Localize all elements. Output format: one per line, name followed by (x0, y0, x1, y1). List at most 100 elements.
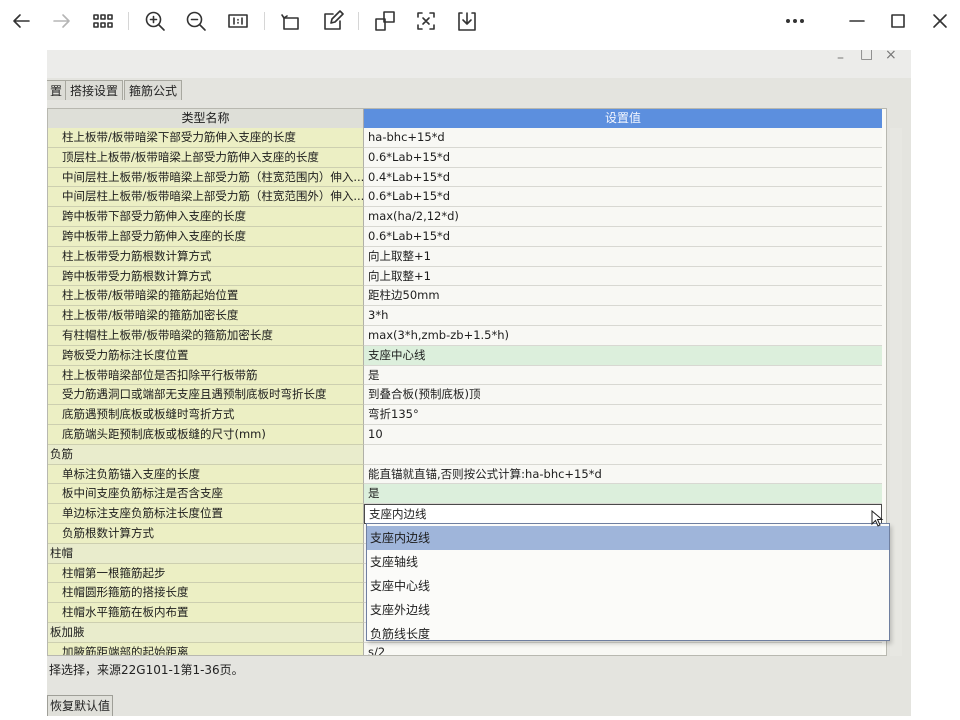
status-bar-text: 择选择，来源22G101-1第1-36页。 (49, 663, 244, 677)
type-name-cell: 板加腋 (48, 622, 364, 643)
type-name-cell: 柱上板带/板带暗梁的箍筋起始位置 (48, 286, 364, 307)
type-name-cell: 底筋遇预制底板或板缝时弯折方式 (48, 405, 364, 425)
column-header-type-name: 类型名称 (48, 109, 364, 128)
setting-value-cell[interactable]: 能直锚就直锚,否则按公式计算:ha-bhc+15*d (364, 464, 882, 485)
close-icon[interactable] (927, 8, 953, 34)
table-row[interactable]: 柱上板带/板带暗梁下部受力筋伸入支座的长度 ha-bhc+15*d (48, 128, 886, 148)
setting-value-cell[interactable]: 10 (364, 424, 882, 445)
tab-stirrup-formula[interactable]: 箍筋公式 (124, 80, 183, 100)
type-name-cell: 底筋端头距预制底板或板缝的尺寸(mm) (48, 424, 364, 445)
setting-value-cell[interactable]: 3*h (364, 306, 882, 326)
toolbar-divider (264, 12, 265, 30)
table-row[interactable]: 底筋端头距预制底板或板缝的尺寸(mm) 10 (48, 424, 886, 445)
table-row[interactable]: 跨中板带上部受力筋伸入支座的长度 0.6*Lab+15*d (48, 226, 886, 247)
type-name-cell: 柱帽第一根箍筋起步 (48, 563, 364, 584)
window-minimize-glyph: – (837, 50, 844, 66)
setting-value-cell[interactable]: 0.6*Lab+15*d (364, 147, 882, 168)
zoom-in-icon[interactable] (142, 8, 168, 34)
setting-value-cell[interactable]: 向上取整+1 (364, 266, 882, 287)
more-options-icon[interactable] (782, 8, 808, 34)
setting-value-cell[interactable]: 0.4*Lab+15*d (364, 167, 882, 188)
table-row[interactable]: 柱上板带暗梁部位是否扣除平行板带筋是 (48, 365, 886, 386)
setting-value-cell[interactable]: 是 (364, 365, 882, 386)
active-value-cell[interactable]: 支座内边线 (364, 504, 882, 524)
table-row[interactable]: 柱上板带受力筋根数计算方式 向上取整+1 (48, 246, 886, 267)
type-name-cell: 柱上板带/板带暗梁的箍筋加密长度 (48, 306, 364, 326)
setting-value-cell[interactable]: 弯折135° (364, 405, 882, 425)
table-row[interactable]: 底筋遇预制底板或板缝时弯折方式 弯折135° (48, 405, 886, 425)
type-name-cell: 柱上板带受力筋根数计算方式 (48, 246, 364, 267)
table-row[interactable]: 有柱帽柱上板带/板带暗梁的箍筋加密长度 max(3*h,zmb-zb+1.5*h) (48, 325, 886, 346)
type-name-cell: 负筋根数计算方式 (48, 523, 364, 544)
table-row[interactable]: 跨板受力筋标注长度位置 支座中心线 (48, 345, 886, 366)
forward-arrow-icon[interactable] (49, 8, 75, 34)
minimize-icon[interactable] (844, 8, 870, 34)
setting-value-cell[interactable]: max(ha/2,12*d) (364, 207, 882, 227)
setting-value-cell[interactable]: max(3*h,zmb-zb+1.5*h) (364, 325, 882, 346)
setting-value-cell[interactable]: 0.6*Lab+15*d (364, 187, 882, 208)
dropdown-option[interactable]: 支座内边线 (367, 526, 889, 550)
grid-section-row[interactable]: 负筋 (48, 444, 886, 465)
type-name-cell: 柱上板带/板带暗梁下部受力筋伸入支座的长度 (48, 128, 364, 148)
setting-value-cell[interactable]: 是 (364, 484, 882, 505)
value-dropdown-list: 支座内边线 支座轴线 支座中心线 支座外边线 负筋线长度 (366, 523, 890, 641)
photo-of-screen: – □ × 置 搭接设置 箍筋公式 类型名称 设置值 柱上板带/板带暗梁下部受力… (47, 50, 911, 716)
extract-text-icon[interactable] (413, 8, 439, 34)
table-row[interactable]: 跨中板带受力筋根数计算方式 向上取整+1 (48, 266, 886, 287)
table-row[interactable]: 跨中板带下部受力筋伸入支座的长度 max(ha/2,12*d) (48, 207, 886, 227)
type-name-cell: 柱帽圆形箍筋的搭接长度 (48, 583, 364, 604)
type-name-cell: 受力筋遇洞口或端部无支座且遇预制底板时弯折长度 (48, 385, 364, 406)
zoom-out-icon[interactable] (183, 8, 209, 34)
table-row[interactable]: 顶层柱上板带/板带暗梁上部受力筋伸入支座的长度 0.6*Lab+15*d (48, 147, 886, 168)
tab-partial[interactable]: 置 (47, 80, 68, 100)
type-name-cell: 柱上板带暗梁部位是否扣除平行板带筋 (48, 365, 364, 386)
table-row[interactable]: 单边标注支座负筋标注长度位置 支座内边线 (48, 504, 886, 524)
setting-value-cell[interactable]: 0.6*Lab+15*d (364, 226, 882, 247)
back-arrow-icon[interactable] (8, 8, 34, 34)
type-name-cell: 顶层柱上板带/板带暗梁上部受力筋伸入支座的长度 (48, 147, 364, 168)
table-row[interactable]: 柱上板带/板带暗梁的箍筋起始位置 距柱边50mm (48, 286, 886, 307)
thumbnails-grid-icon[interactable] (90, 8, 116, 34)
setting-value-cell[interactable] (364, 444, 882, 465)
table-row[interactable]: 中间层柱上板带/板带暗梁上部受力筋（柱宽范围外）伸入... 0.6*Lab+15*… (48, 187, 886, 208)
type-name-cell: 板中间支座负筋标注是否含支座 (48, 484, 364, 505)
type-name-cell: 中间层柱上板带/板带暗梁上部受力筋（柱宽范围内）伸入... (48, 167, 364, 188)
type-name-cell: 加腋筋距端部的起始距离 (48, 642, 364, 655)
toolbar-divider (128, 12, 129, 30)
tab-lap-settings[interactable]: 搭接设置 (65, 80, 124, 100)
setting-value-cell[interactable]: 支座中心线 (364, 345, 882, 366)
dropdown-option[interactable]: 支座轴线 (367, 550, 889, 574)
type-name-cell: 跨中板带受力筋根数计算方式 (48, 266, 364, 287)
type-name-cell: 中间层柱上板带/板带暗梁上部受力筋（柱宽范围外）伸入... (48, 187, 364, 208)
setting-value-cell[interactable]: ha-bhc+15*d (364, 128, 882, 148)
rotate-icon[interactable] (278, 8, 304, 34)
grid-scrollbar[interactable] (890, 128, 902, 656)
window-titlebar: – □ × (47, 50, 911, 78)
maximize-icon[interactable] (885, 8, 911, 34)
edit-icon[interactable] (320, 8, 346, 34)
column-header-setting-value: 设置值 (364, 109, 882, 128)
save-icon[interactable] (454, 8, 480, 34)
actual-size-icon[interactable] (225, 8, 251, 34)
setting-value-cell[interactable]: 向上取整+1 (364, 246, 882, 267)
type-name-cell: 跨板受力筋标注长度位置 (48, 345, 364, 366)
type-name-cell: 负筋 (48, 444, 364, 465)
grid-header: 类型名称 设置值 (48, 109, 886, 128)
restore-defaults-button[interactable]: 恢复默认值 (47, 695, 113, 716)
table-row[interactable]: 受力筋遇洞口或端部无支座且遇预制底板时弯折长度 到叠合板(预制底板)顶 (48, 385, 886, 406)
type-name-cell: 跨中板带下部受力筋伸入支座的长度 (48, 207, 364, 227)
table-row[interactable]: 单标注负筋锚入支座的长度 能直锚就直锚,否则按公式计算:ha-bhc+15*d (48, 464, 886, 485)
mouse-cursor-icon (871, 510, 884, 527)
setting-value-cell[interactable]: 到叠合板(预制底板)顶 (364, 385, 882, 406)
table-row[interactable]: 中间层柱上板带/板带暗梁上部受力筋（柱宽范围内）伸入... 0.4*Lab+15*… (48, 167, 886, 188)
table-row[interactable]: 板中间支座负筋标注是否含支座是 (48, 484, 886, 505)
type-name-cell: 单边标注支座负筋标注长度位置 (48, 504, 364, 524)
dropdown-option[interactable]: 支座中心线 (367, 574, 889, 598)
window-close-glyph: × (885, 50, 897, 63)
setting-value-cell[interactable]: 距柱边50mm (364, 286, 882, 307)
dropdown-option[interactable]: 负筋线长度 (367, 622, 889, 646)
type-name-cell: 柱帽水平箍筋在板内布置 (48, 603, 364, 623)
crop-icon[interactable] (372, 8, 398, 34)
dropdown-option[interactable]: 支座外边线 (367, 598, 889, 622)
table-row[interactable]: 柱上板带/板带暗梁的箍筋加密长度 3*h (48, 306, 886, 326)
